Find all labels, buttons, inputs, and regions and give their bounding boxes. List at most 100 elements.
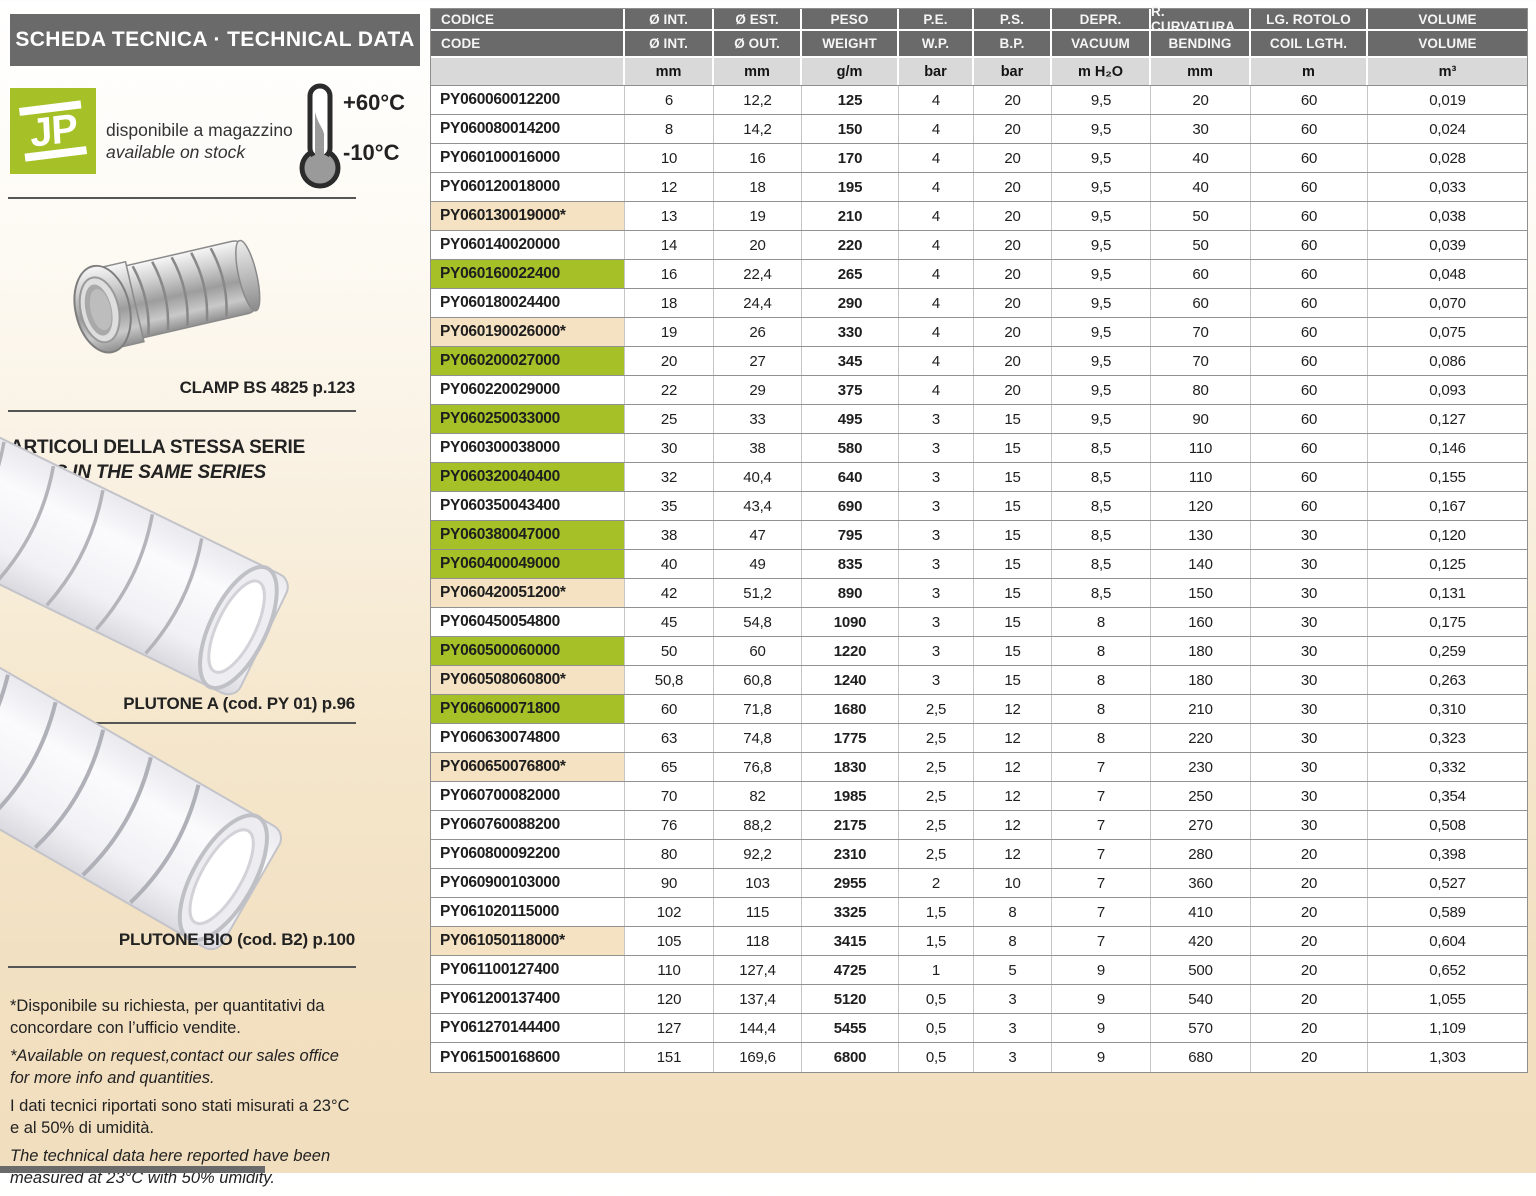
row-value-cell: 30 bbox=[1251, 695, 1368, 723]
row-value-cell: 70 bbox=[1151, 318, 1251, 346]
row-value-cell: 0,323 bbox=[1429, 729, 1466, 747]
row-value-cell: 12 bbox=[625, 173, 714, 201]
divider bbox=[8, 966, 356, 968]
row-value-cell: 38 bbox=[714, 434, 802, 462]
row-value-cell: 1680 bbox=[802, 695, 899, 723]
row-code-cell: PY060190026000* bbox=[431, 318, 625, 346]
row-value-cell: 15 bbox=[974, 521, 1052, 549]
row-value-cell: 20 bbox=[974, 347, 1052, 375]
row-value-cell: 18 bbox=[625, 289, 714, 317]
row-value-cell: 20 bbox=[974, 115, 1052, 143]
row-value-cell: 4 bbox=[899, 202, 974, 230]
footer-bar bbox=[0, 1166, 265, 1173]
row-value-cell: 20 bbox=[1251, 985, 1368, 1013]
row-value-cell: 2,5 bbox=[899, 840, 974, 868]
column-header-it: P.S. bbox=[974, 9, 1052, 31]
row-value-cell: 835 bbox=[802, 550, 899, 578]
column-unit: bar bbox=[974, 58, 1052, 85]
column-header-it: VOLUME bbox=[1368, 9, 1527, 31]
table-row: PY060130019000* 13 19 210 4 20 9,5 50 60 0,038 bbox=[431, 202, 1527, 231]
row-code-cell: PY060100016000 bbox=[431, 144, 625, 172]
row-value-cell: 3 bbox=[974, 1014, 1052, 1042]
table-row: PY060630074800 63 74,8 1775 2,5 12 8 220 30 0,323 bbox=[431, 724, 1527, 753]
row-value-cell: 180 bbox=[1151, 637, 1251, 665]
row-value-cell: 90 bbox=[625, 869, 714, 897]
series-heading-it: ARTICOLI DELLA STESSA SERIE bbox=[10, 437, 306, 458]
table-row: PY060760088200 76 88,2 2175 2,5 12 7 270 30 0,508 bbox=[431, 811, 1527, 840]
row-value-cell: 76 bbox=[625, 811, 714, 839]
row-value-cell: 4 bbox=[899, 173, 974, 201]
row-value-cell: 40 bbox=[1151, 144, 1251, 172]
column-header-en: B.P. bbox=[974, 31, 1052, 58]
row-value-cell: 9,5 bbox=[1052, 289, 1151, 317]
row-value-cell: 6800 bbox=[802, 1043, 899, 1072]
column-unit bbox=[431, 58, 625, 85]
row-value-cell: 24,4 bbox=[714, 289, 802, 317]
row-value-cell: 151 bbox=[625, 1043, 714, 1072]
column-header-en: Ø OUT. bbox=[714, 31, 802, 58]
column-unit: m H₂O bbox=[1052, 58, 1151, 85]
table-row: PY060190026000* 19 26 330 4 20 9,5 70 60 0,075 bbox=[431, 318, 1527, 347]
row-value-cell: 30 bbox=[625, 434, 714, 462]
plutone-a-image bbox=[0, 430, 289, 696]
clamp-caption: CLAMP BS 4825 p.123 bbox=[179, 378, 356, 397]
thermometer-icon bbox=[299, 83, 341, 189]
row-value-cell: 9,5 bbox=[1052, 318, 1151, 346]
row-value-cell: 8 bbox=[625, 115, 714, 143]
column-unit: m³ bbox=[1368, 58, 1527, 85]
row-value-cell: 3 bbox=[899, 405, 974, 433]
plutone-bio-caption: PLUTONE BIO (cod. B2) p.100 bbox=[118, 930, 355, 949]
row-code-cell: PY060900103000 bbox=[431, 869, 625, 897]
row-value-cell: 50 bbox=[625, 637, 714, 665]
left-panel: SCHEDA TECNICA · TECHNICAL DATA JP dispo… bbox=[0, 0, 430, 1187]
column-unit: mm bbox=[714, 58, 802, 85]
row-value-cell: 12 bbox=[974, 724, 1052, 752]
row-value-cell: 7 bbox=[1052, 811, 1151, 839]
row-value-cell: 16 bbox=[625, 260, 714, 288]
row-value-cell: 60 bbox=[1251, 434, 1368, 462]
row-value-cell: 8,5 bbox=[1052, 434, 1151, 462]
stock-availability-text: disponibile a magazzino available on sto… bbox=[106, 120, 293, 164]
row-value-cell: 42 bbox=[625, 579, 714, 607]
row-value-cell: 30 bbox=[1251, 608, 1368, 636]
row-value-cell: 2175 bbox=[802, 811, 899, 839]
row-code-cell: PY060400049000 bbox=[431, 550, 625, 578]
jp-logo: JP bbox=[10, 88, 96, 174]
row-value-cell: 0,604 bbox=[1429, 932, 1466, 950]
row-value-cell: 120 bbox=[1151, 492, 1251, 520]
row-value-cell: 0,5 bbox=[899, 1043, 974, 1072]
row-value-cell: 640 bbox=[802, 463, 899, 491]
row-value-cell: 32 bbox=[625, 463, 714, 491]
row-value-cell: 90 bbox=[1151, 405, 1251, 433]
row-value-cell: 0,155 bbox=[1429, 468, 1466, 486]
row-value-cell: 3 bbox=[899, 463, 974, 491]
row-value-cell: 15 bbox=[974, 579, 1052, 607]
row-value-cell: 3 bbox=[899, 434, 974, 462]
row-code-cell: PY061050118000* bbox=[431, 927, 625, 955]
row-value-cell: 4 bbox=[899, 347, 974, 375]
column-header-en: W.P. bbox=[899, 31, 974, 58]
row-value-cell: 20 bbox=[714, 231, 802, 259]
row-value-cell: 60 bbox=[1251, 463, 1368, 491]
row-value-cell: 22 bbox=[625, 376, 714, 404]
row-value-cell: 0,263 bbox=[1429, 671, 1466, 689]
row-value-cell: 169,6 bbox=[714, 1043, 802, 1072]
technical-data-table: CODICE Ø INT. Ø EST. PESO P.E. P.S. DEPR. R. CU… bbox=[430, 4, 1528, 1073]
row-value-cell: 3 bbox=[974, 985, 1052, 1013]
row-value-cell: 115 bbox=[714, 898, 802, 926]
table-row: PY060400049000 40 49 835 3 15 8,5 140 30 0,125 bbox=[431, 550, 1527, 579]
row-value-cell: 345 bbox=[802, 347, 899, 375]
table-header-row-it: CODICE Ø INT. Ø EST. PESO P.E. P.S. DEPR. R. CU… bbox=[431, 4, 1527, 34]
row-value-cell: 9,5 bbox=[1052, 86, 1151, 114]
jp-logo-inner: JP bbox=[12, 92, 94, 170]
row-value-cell: 4 bbox=[899, 318, 974, 346]
table-units-row: mm mm g/m bar bar m H₂O mm m m³ bbox=[431, 58, 1527, 86]
row-value-cell: 29 bbox=[714, 376, 802, 404]
row-value-cell: 8 bbox=[1052, 666, 1151, 694]
row-value-cell: 8,5 bbox=[1052, 550, 1151, 578]
row-value-cell: 60 bbox=[625, 695, 714, 723]
row-value-cell: 0,5 bbox=[899, 1014, 974, 1042]
column-header-it: DEPR. bbox=[1052, 9, 1151, 31]
row-value-cell: 30 bbox=[1251, 550, 1368, 578]
table-body: PY060060012200 6 12,2 125 4 20 9,5 20 60 0,019 PY0… bbox=[431, 86, 1527, 1072]
